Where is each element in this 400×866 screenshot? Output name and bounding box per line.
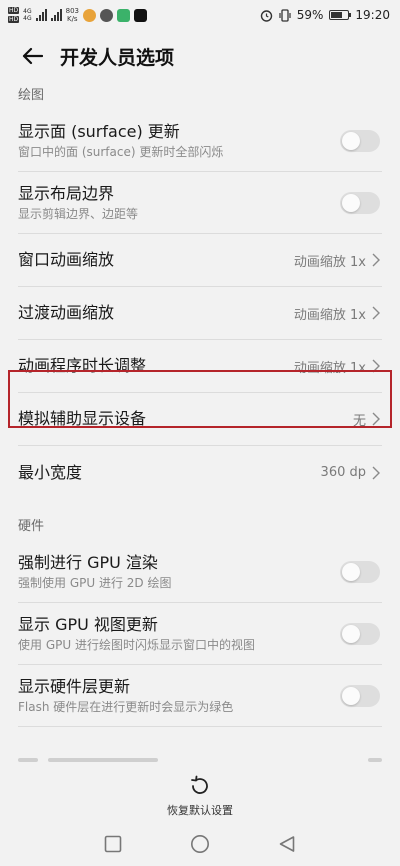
setting-text: 显示面 (surface) 更新 窗口中的面 (surface) 更新时全部闪烁 [18,121,340,161]
force-gpu-toggle[interactable] [340,560,380,583]
surface-update-toggle[interactable] [340,129,380,152]
reset-defaults-button[interactable]: 恢复默认设置 [0,770,400,822]
setting-smallest-width[interactable]: 最小宽度 360 dp [18,446,382,499]
setting-title: 动画程序时长调整 [18,356,147,375]
toggle-knob [342,193,360,212]
setting-text: 过渡动画缩放 [18,302,294,324]
status-bar: HD HD 4G 4G 803 K/s 59% 19:20 [0,0,400,30]
setting-text: 显示布局边界 显示剪辑边界、边距等 [18,183,340,223]
setting-title: 显示面 (surface) 更新 [18,121,180,141]
setting-title: 模拟辅助显示设备 [18,409,147,428]
setting-title: 窗口动画缩放 [18,250,115,269]
partial-toggle [368,758,382,762]
network-type: 4G 4G [23,8,31,22]
vibrate-icon [279,8,291,22]
toggle-knob [342,686,360,705]
layout-bounds-toggle[interactable] [340,191,380,214]
signal2-icon [50,9,62,21]
sim-icons: HD HD [8,6,20,24]
status-left: HD HD 4G 4G 803 K/s [8,6,147,24]
chevron-right-icon [372,253,382,267]
gpu-view-updates-toggle[interactable] [340,622,380,645]
settings-list: 绘图 显示面 (surface) 更新 窗口中的面 (surface) 更新时全… [0,82,400,727]
setting-subtitle: 显示剪辑边界、边距等 [18,206,139,221]
alarm-icon [260,9,272,22]
setting-gpu-view-updates[interactable]: 显示 GPU 视图更新 使用 GPU 进行绘图时闪烁显示窗口中的视图 [18,603,382,665]
setting-window-animation-scale[interactable]: 窗口动画缩放 动画缩放 1x [18,234,382,287]
back-nav-icon[interactable] [278,835,296,853]
setting-value: 360 dp [320,465,366,480]
back-arrow-icon [22,47,43,65]
setting-text: 窗口动画缩放 [18,249,294,271]
status-right: 59% 19:20 [260,8,390,22]
hardware-layers-toggle[interactable] [340,684,380,707]
reset-icon [191,775,208,794]
setting-subtitle: 强制使用 GPU 进行 2D 绘图 [18,575,172,590]
clock: 19:20 [355,8,390,22]
sim1-badge: HD [8,7,20,14]
section-header-drawing: 绘图 [18,88,45,103]
setting-value: 动画缩放 1x [293,360,366,376]
setting-layout-bounds[interactable]: 显示布局边界 显示剪辑边界、边距等 [18,172,382,234]
net-speed-unit: K/s [66,15,78,23]
message-icon [99,8,113,22]
home-icon[interactable] [190,834,210,854]
setting-text: 模拟辅助显示设备 [18,408,353,430]
setting-hardware-layer-updates[interactable]: 显示硬件层更新 Flash 硬件层在进行更新时会显示为绿色 [18,665,382,727]
section-header-hardware: 硬件 [18,519,45,534]
net2-label: 4G [23,15,32,22]
toggle-knob [342,131,360,150]
setting-title: 过渡动画缩放 [18,303,115,322]
battery-icon [329,10,352,20]
setting-value: 无 [352,413,366,429]
battery-percent: 59% [296,8,324,22]
net1-label: 4G [23,8,32,15]
tiktok-icon [133,8,147,22]
setting-title: 显示 GPU 视图更新 [18,614,158,634]
chevron-right-icon [372,466,382,480]
partial-text [18,758,38,762]
setting-title: 显示硬件层更新 [18,676,131,696]
recents-icon[interactable] [104,835,122,853]
setting-transition-animation-scale[interactable]: 过渡动画缩放 动画缩放 1x [18,287,382,340]
setting-text: 最小宽度 [18,462,321,484]
chevron-right-icon [372,306,382,320]
setting-value: 动画缩放 1x [293,307,366,323]
net-speed: 803 K/s [66,7,79,23]
partial-text [48,758,158,762]
setting-force-gpu-rendering[interactable]: 强制进行 GPU 渲染 强制使用 GPU 进行 2D 绘图 [18,541,382,603]
title-bar: 开发人员选项 [0,30,400,82]
signal-icon [35,9,47,21]
back-button[interactable] [14,38,50,74]
setting-title: 强制进行 GPU 渲染 [18,552,158,572]
setting-title: 显示布局边界 [18,183,115,203]
play-store-icon [116,8,130,22]
setting-surface-update[interactable]: 显示面 (surface) 更新 窗口中的面 (surface) 更新时全部闪烁 [18,110,382,172]
setting-text: 显示硬件层更新 Flash 硬件层在进行更新时会显示为绿色 [18,676,340,716]
toggle-knob [342,562,360,581]
page-title: 开发人员选项 [60,46,175,69]
partial-next-row [18,752,382,770]
setting-text: 强制进行 GPU 渲染 强制使用 GPU 进行 2D 绘图 [18,552,340,592]
setting-text: 显示 GPU 视图更新 使用 GPU 进行绘图时闪烁显示窗口中的视图 [18,614,340,654]
setting-subtitle: 使用 GPU 进行绘图时闪烁显示窗口中的视图 [18,637,255,652]
sim2-badge: HD [8,16,20,23]
setting-subtitle: Flash 硬件层在进行更新时会显示为绿色 [18,699,234,714]
chevron-right-icon [372,412,382,426]
navigation-bar [0,822,400,866]
toggle-knob [342,624,360,643]
setting-simulate-secondary-display[interactable]: 模拟辅助显示设备 无 [18,393,382,446]
setting-title: 最小宽度 [18,462,83,482]
net-speed-value: 803 [65,7,79,15]
setting-value: 动画缩放 1x [293,254,366,270]
weibo-icon [82,8,96,22]
setting-text: 动画程序时长调整 [18,355,294,377]
chevron-right-icon [372,359,382,373]
setting-animator-duration-scale[interactable]: 动画程序时长调整 动画缩放 1x [18,340,382,393]
reset-label: 恢复默认设置 [167,804,233,817]
setting-subtitle: 窗口中的面 (surface) 更新时全部闪烁 [18,144,224,159]
